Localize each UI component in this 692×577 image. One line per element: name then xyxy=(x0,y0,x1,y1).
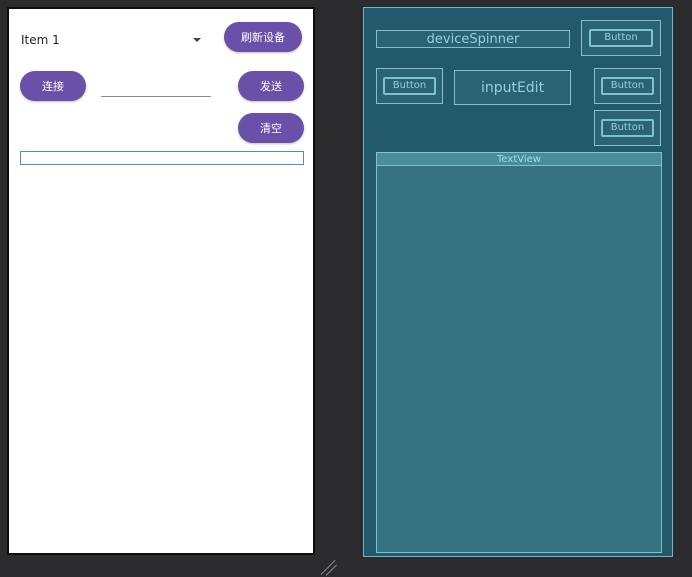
refresh-devices-button[interactable]: 刷新设备 xyxy=(224,22,302,52)
text-view[interactable] xyxy=(20,151,304,165)
blueprint-button-label: Button xyxy=(610,122,645,134)
design-preview: Item 1 刷新设备 连接 发送 清空 xyxy=(7,7,315,555)
send-button[interactable]: 发送 xyxy=(238,71,304,101)
blueprint-preview: deviceSpinner Button Button inputEdit Bu… xyxy=(363,7,673,557)
blueprint-device-spinner-label: deviceSpinner xyxy=(426,31,520,47)
blueprint-clear-button[interactable]: Button xyxy=(594,110,661,146)
clear-button[interactable]: 清空 xyxy=(238,113,304,143)
blueprint-button-label: Button xyxy=(604,32,638,44)
blueprint-textview-body[interactable] xyxy=(376,166,662,553)
blueprint-refresh-button[interactable]: Button xyxy=(581,20,661,56)
blueprint-connect-button[interactable]: Button xyxy=(376,68,443,104)
blueprint-input-edit-label: inputEdit xyxy=(480,79,545,96)
connect-button[interactable]: 连接 xyxy=(20,71,86,101)
blueprint-button-label: Button xyxy=(392,80,427,92)
blueprint-textview-label[interactable]: TextView xyxy=(376,152,662,166)
device-spinner-value: Item 1 xyxy=(21,33,60,47)
chevron-down-icon xyxy=(193,38,201,42)
blueprint-send-button[interactable]: Button xyxy=(594,68,661,104)
blueprint-textview-label-text: TextView xyxy=(497,153,541,165)
resize-handle-icon[interactable] xyxy=(320,560,338,576)
device-spinner[interactable]: Item 1 xyxy=(21,29,207,51)
input-edit[interactable] xyxy=(101,96,211,97)
blueprint-device-spinner[interactable]: deviceSpinner xyxy=(376,30,570,48)
blueprint-input-edit[interactable]: inputEdit xyxy=(454,70,571,105)
blueprint-button-label: Button xyxy=(610,80,645,92)
